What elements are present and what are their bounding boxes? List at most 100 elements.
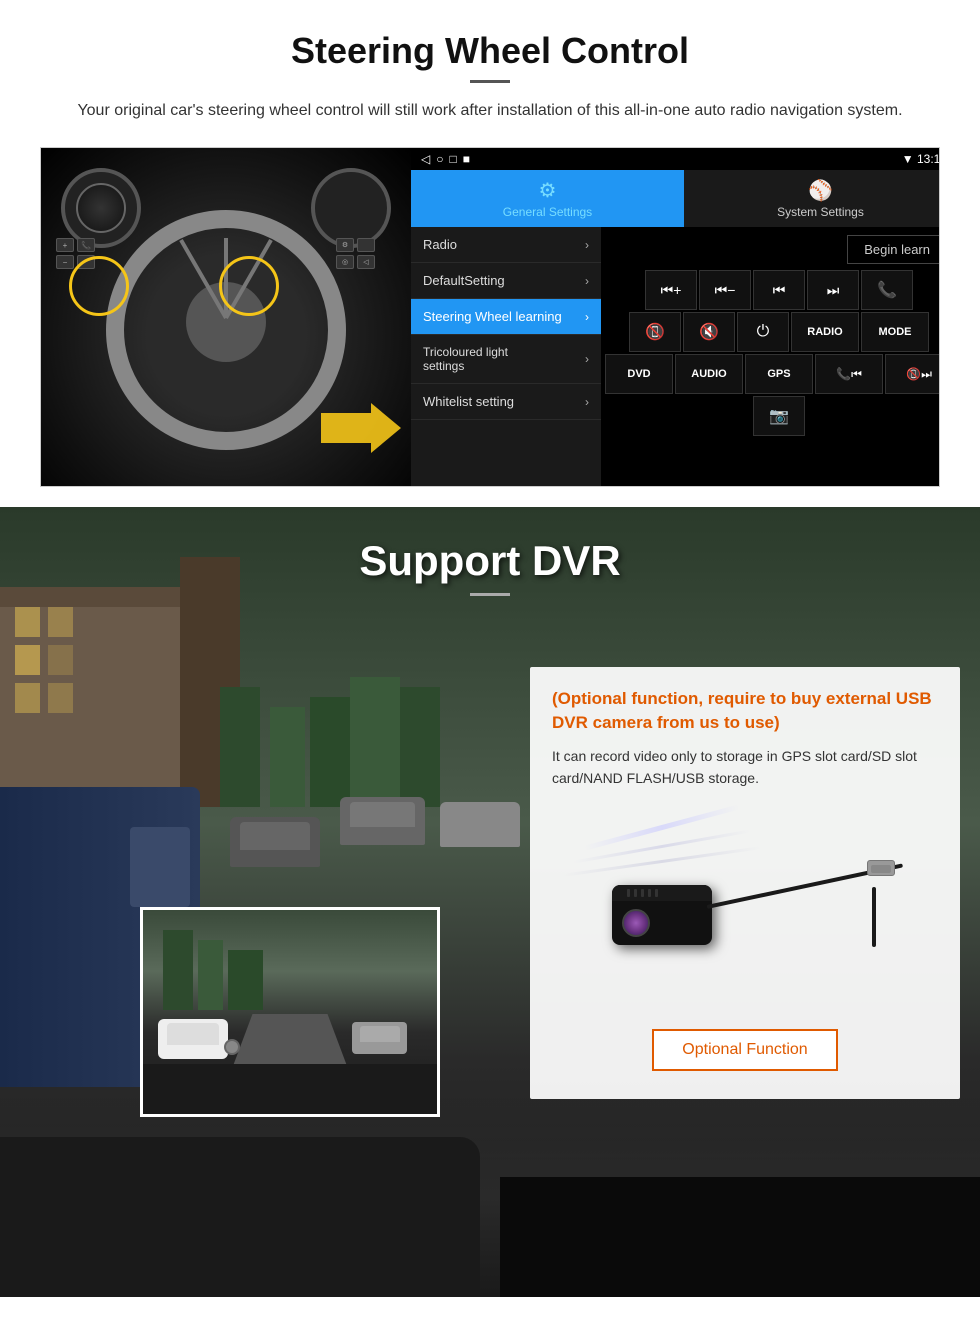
menu-tricoloured-label: Tricoloured lightsettings [423, 345, 508, 373]
optional-function-wrapper: Optional Function [552, 1021, 938, 1079]
car-3 [440, 802, 520, 847]
windows [15, 607, 73, 713]
controls-row-2: 📵 🔇 ⏻ RADIO MODE [605, 312, 940, 352]
tree-2 [270, 707, 305, 807]
controls-row-1: ⏮+ ⏮− ⏮ ⏭ 📞 [605, 270, 940, 310]
menu-whitelist-label: Whitelist setting [423, 394, 514, 409]
next-btn[interactable]: ⏭ [807, 270, 859, 310]
tree-4 [350, 677, 400, 807]
right-button-cluster: ⚙ ◎ ◁ [336, 238, 375, 269]
status-bar-left: ◁ ○ □ ■ [421, 152, 470, 166]
android-ui-panel: ◁ ○ □ ■ ▼ 13:13 ⚙ General Settings ⚾ [411, 148, 940, 486]
dvr-title-area: Support DVR [0, 507, 980, 606]
vol-down-btn[interactable]: ⏮− [699, 270, 751, 310]
android-status-bar: ◁ ○ □ ■ ▼ 13:13 [411, 148, 940, 170]
menu-item-whitelist[interactable]: Whitelist setting › [411, 384, 601, 420]
power-btn[interactable]: ⏻ [737, 312, 789, 352]
chevron-icon-3: › [585, 310, 589, 324]
ss-car [352, 1022, 407, 1054]
hangup-next-btn[interactable]: 📵⏭ [885, 354, 940, 394]
menu-default-label: DefaultSetting [423, 273, 505, 288]
status-time: 13:13 [917, 152, 940, 166]
dashboard-left [0, 1137, 480, 1297]
ss-tree-2 [198, 940, 223, 1010]
tab-system-settings[interactable]: ⚾ System Settings [684, 170, 940, 227]
steering-section: Steering Wheel Control Your original car… [0, 0, 980, 507]
steering-photo: + 📞 − ⚙ ◎ ◁ [41, 148, 411, 487]
begin-learn-row: Begin learn [605, 231, 940, 268]
signal-icon: ▼ [902, 152, 917, 166]
android-menu: Radio › DefaultSetting › Steering Wheel … [411, 227, 601, 486]
dvr-product-image [552, 805, 938, 1005]
chevron-icon-5: › [585, 395, 589, 409]
car-2 [340, 797, 425, 845]
dvr-info-box: (Optional function, require to buy exter… [530, 667, 960, 1099]
tab-general-settings[interactable]: ⚙ General Settings [411, 170, 684, 227]
gear-icon: ⚙ [539, 178, 557, 203]
hangup-btn[interactable]: 📵 [629, 312, 681, 352]
steering-title: Steering Wheel Control [40, 30, 940, 72]
audio-btn[interactable]: AUDIO [675, 354, 743, 394]
menu-item-radio[interactable]: Radio › [411, 227, 601, 263]
dvr-screenshot-bg [143, 910, 437, 1114]
menu-radio-label: Radio [423, 237, 457, 252]
ss-dashboard [143, 1064, 437, 1114]
dvd-btn[interactable]: DVD [605, 354, 673, 394]
menu-steering-label: Steering Wheel learning [423, 309, 562, 324]
status-bar-right: ▼ 13:13 [902, 152, 940, 166]
screenshot-icon: ■ [463, 152, 470, 166]
home-icon: ○ [436, 152, 443, 166]
prev-btn[interactable]: ⏮ [753, 270, 805, 310]
dvr-title: Support DVR [0, 537, 980, 585]
tree-5 [400, 687, 440, 807]
recents-icon: □ [449, 152, 456, 166]
radio-btn[interactable]: RADIO [791, 312, 859, 352]
ss-tree-1 [163, 930, 193, 1010]
menu-item-steering-wheel[interactable]: Steering Wheel learning › [411, 299, 601, 335]
dvr-camera-body [612, 885, 712, 945]
tree-3 [310, 697, 355, 807]
light-beam-3 [563, 846, 761, 877]
dashboard-right [500, 1177, 980, 1297]
optional-function-button[interactable]: Optional Function [652, 1029, 837, 1071]
dvr-section: Support DVR (Optional [0, 507, 980, 1297]
call-prev-btn[interactable]: 📞⏮ [815, 354, 883, 394]
yellow-arrow [321, 403, 401, 458]
controls-row-3: DVD AUDIO GPS 📞⏮ 📵⏭ [605, 354, 940, 394]
back-icon: ◁ [421, 152, 430, 166]
system-settings-icon: ⚾ [808, 178, 833, 203]
android-controls-panel: Begin learn ⏮+ ⏮− ⏮ ⏭ 📞 📵 🔇 ⏻ [601, 227, 940, 486]
highlight-circle-right [219, 256, 279, 316]
camera-lens [622, 909, 650, 937]
android-tabs: ⚙ General Settings ⚾ System Settings [411, 170, 940, 227]
tab-system-label: System Settings [777, 205, 864, 219]
menu-item-tricoloured[interactable]: Tricoloured lightsettings › [411, 335, 601, 384]
gps-btn[interactable]: GPS [745, 354, 813, 394]
vol-up-btn[interactable]: ⏮+ [645, 270, 697, 310]
dvr-description: It can record video only to storage in G… [552, 745, 938, 790]
cable-vertical [872, 887, 876, 947]
highlight-circle-left [69, 256, 129, 316]
dvr-optional-text: (Optional function, require to buy exter… [552, 687, 938, 735]
dvr-title-divider [470, 593, 510, 596]
camera-btn[interactable]: 📷 [753, 396, 805, 436]
speedometer-right [311, 168, 391, 248]
controls-row-4: 📷 [605, 396, 940, 436]
usb-plug [867, 860, 895, 876]
ss-suv [158, 1019, 228, 1059]
begin-learn-button[interactable]: Begin learn [847, 235, 940, 264]
chevron-icon-2: › [585, 274, 589, 288]
mode-btn[interactable]: MODE [861, 312, 929, 352]
title-divider [470, 80, 510, 83]
chevron-icon: › [585, 238, 589, 252]
light-beam-2 [573, 830, 751, 864]
mute-btn[interactable]: 🔇 [683, 312, 735, 352]
call-btn[interactable]: 📞 [861, 270, 913, 310]
speedometer-left [61, 168, 141, 248]
dvr-screenshot-inset [140, 907, 440, 1117]
chevron-icon-4: › [585, 352, 589, 366]
ss-tree-3 [228, 950, 263, 1010]
vents [627, 889, 658, 897]
menu-item-default-setting[interactable]: DefaultSetting › [411, 263, 601, 299]
ui-demo-wrapper: + 📞 − ⚙ ◎ ◁ [40, 147, 940, 487]
